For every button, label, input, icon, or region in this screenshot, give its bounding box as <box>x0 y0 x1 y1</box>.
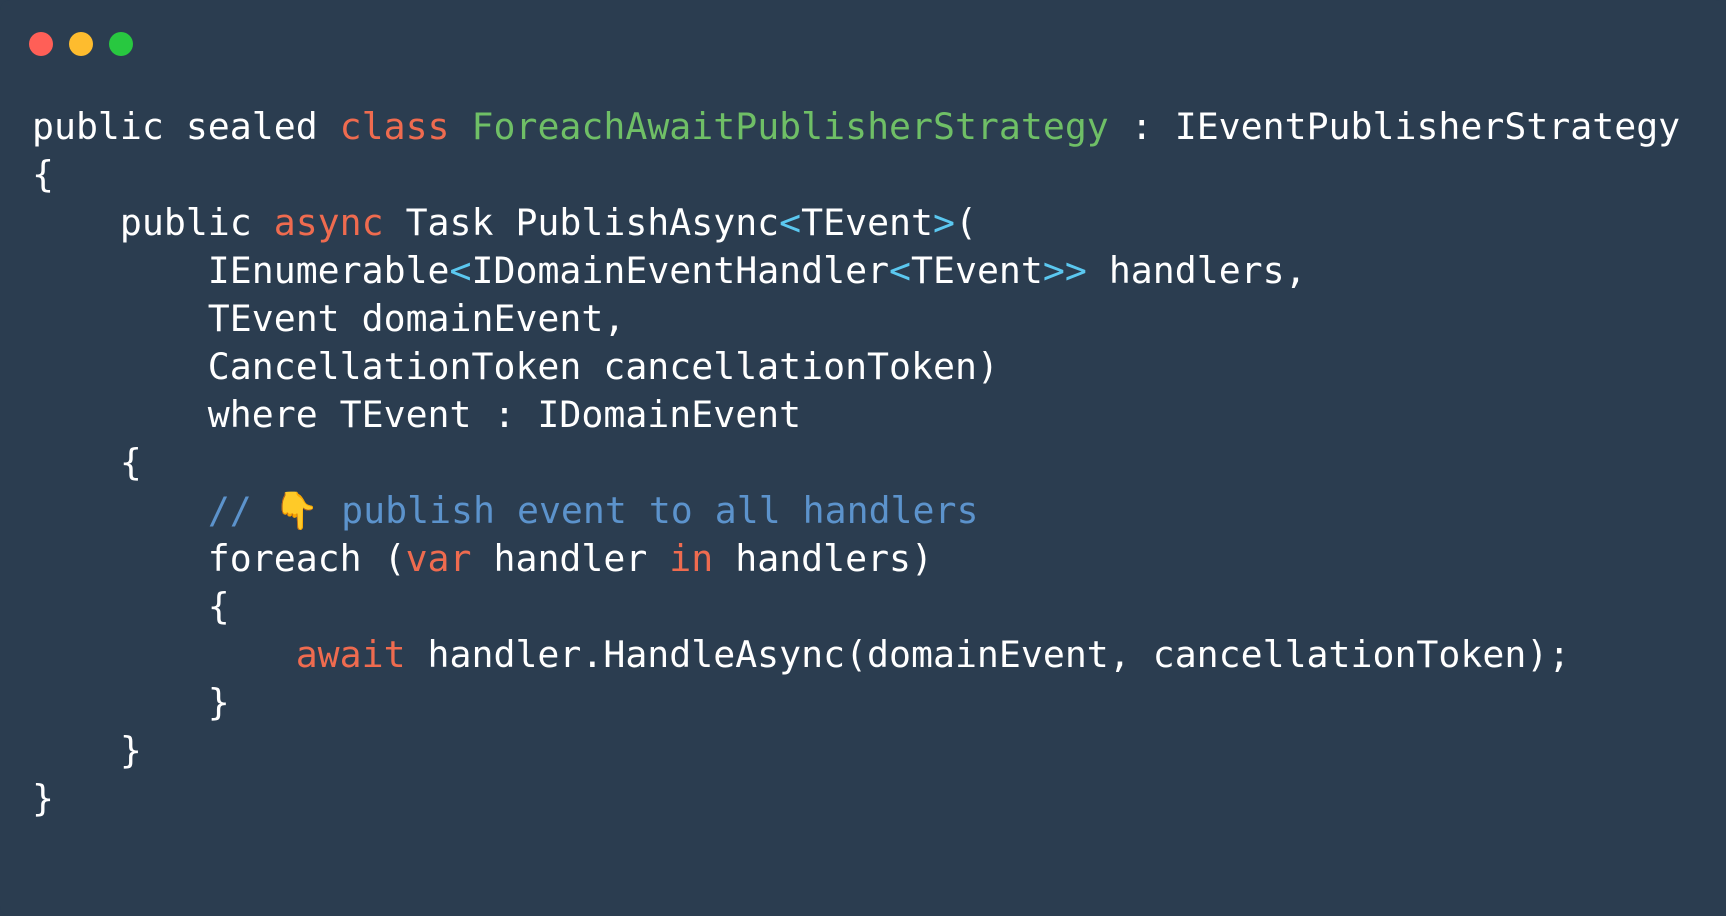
keyword-token: async <box>273 201 384 244</box>
type-name-token: ForeachAwaitPublisherStrategy <box>471 105 1109 148</box>
code-line: // 👇 publish event to all handlers <box>32 487 1680 535</box>
comment-token: // <box>207 489 274 532</box>
code-line: { <box>32 439 1680 487</box>
code-token: IEnumerable <box>32 249 450 292</box>
code-token: TEvent <box>801 201 934 244</box>
code-line: { <box>32 151 1680 199</box>
code-line: } <box>32 727 1680 775</box>
code-line: where TEvent : IDomainEvent <box>32 391 1680 439</box>
code-token: handlers) <box>713 537 933 580</box>
generic-bracket-token: > <box>933 201 955 244</box>
code-token: ( <box>955 201 977 244</box>
code-line: TEvent domainEvent, <box>32 295 1680 343</box>
generic-bracket-token: < <box>779 201 802 244</box>
code-token: TEvent domainEvent, <box>32 297 626 340</box>
code-line: public async Task PublishAsync<TEvent>( <box>32 199 1680 247</box>
maximize-dot-icon[interactable] <box>109 32 133 56</box>
code-token: handler <box>471 537 670 580</box>
code-line: } <box>32 775 1680 823</box>
generic-bracket-token: < <box>889 249 912 292</box>
code-token: } <box>32 681 230 724</box>
code-token: handlers, <box>1086 249 1307 292</box>
code-token: handler.HandleAsync(domainEvent, cancell… <box>405 633 1571 676</box>
close-dot-icon[interactable] <box>29 32 53 56</box>
keyword-token: var <box>405 537 472 580</box>
code-token: } <box>32 729 142 772</box>
keyword-token: await <box>295 633 406 676</box>
minimize-dot-icon[interactable] <box>69 32 93 56</box>
code-token: Task PublishAsync <box>383 201 780 244</box>
code-token: IDomainEventHandler <box>471 249 890 292</box>
code-block: public sealed class ForeachAwaitPublishe… <box>32 103 1680 823</box>
code-token: where TEvent : IDomainEvent <box>32 393 802 436</box>
code-token: } <box>32 777 54 820</box>
window-controls <box>29 32 133 56</box>
generic-bracket-token: < <box>449 249 472 292</box>
code-token: public sealed <box>32 105 340 148</box>
code-token: foreach ( <box>32 537 406 580</box>
keyword-token: in <box>669 537 714 580</box>
code-token: : IEventPublisherStrategy <box>1108 105 1681 148</box>
generic-bracket-token: >> <box>1042 249 1087 292</box>
code-token: public <box>32 201 274 244</box>
code-window: public sealed class ForeachAwaitPublishe… <box>0 0 1726 916</box>
code-line: public sealed class ForeachAwaitPublishe… <box>32 103 1680 151</box>
code-line: } <box>32 679 1680 727</box>
code-token: { <box>32 153 54 196</box>
code-token: TEvent <box>911 249 1043 292</box>
comment-token: publish event to all handlers <box>319 489 979 532</box>
keyword-token: class <box>339 105 450 148</box>
code-line: await handler.HandleAsync(domainEvent, c… <box>32 631 1680 679</box>
code-line: CancellationToken cancellationToken) <box>32 343 1680 391</box>
code-line: foreach (var handler in handlers) <box>32 535 1680 583</box>
code-token: { <box>32 441 142 484</box>
code-line: IEnumerable<IDomainEventHandler<TEvent>>… <box>32 247 1680 295</box>
code-token: CancellationToken cancellationToken) <box>32 345 999 388</box>
code-line: { <box>32 583 1680 631</box>
pointing-down-emoji-icon: 👇 <box>273 489 320 532</box>
code-token: { <box>32 585 230 628</box>
